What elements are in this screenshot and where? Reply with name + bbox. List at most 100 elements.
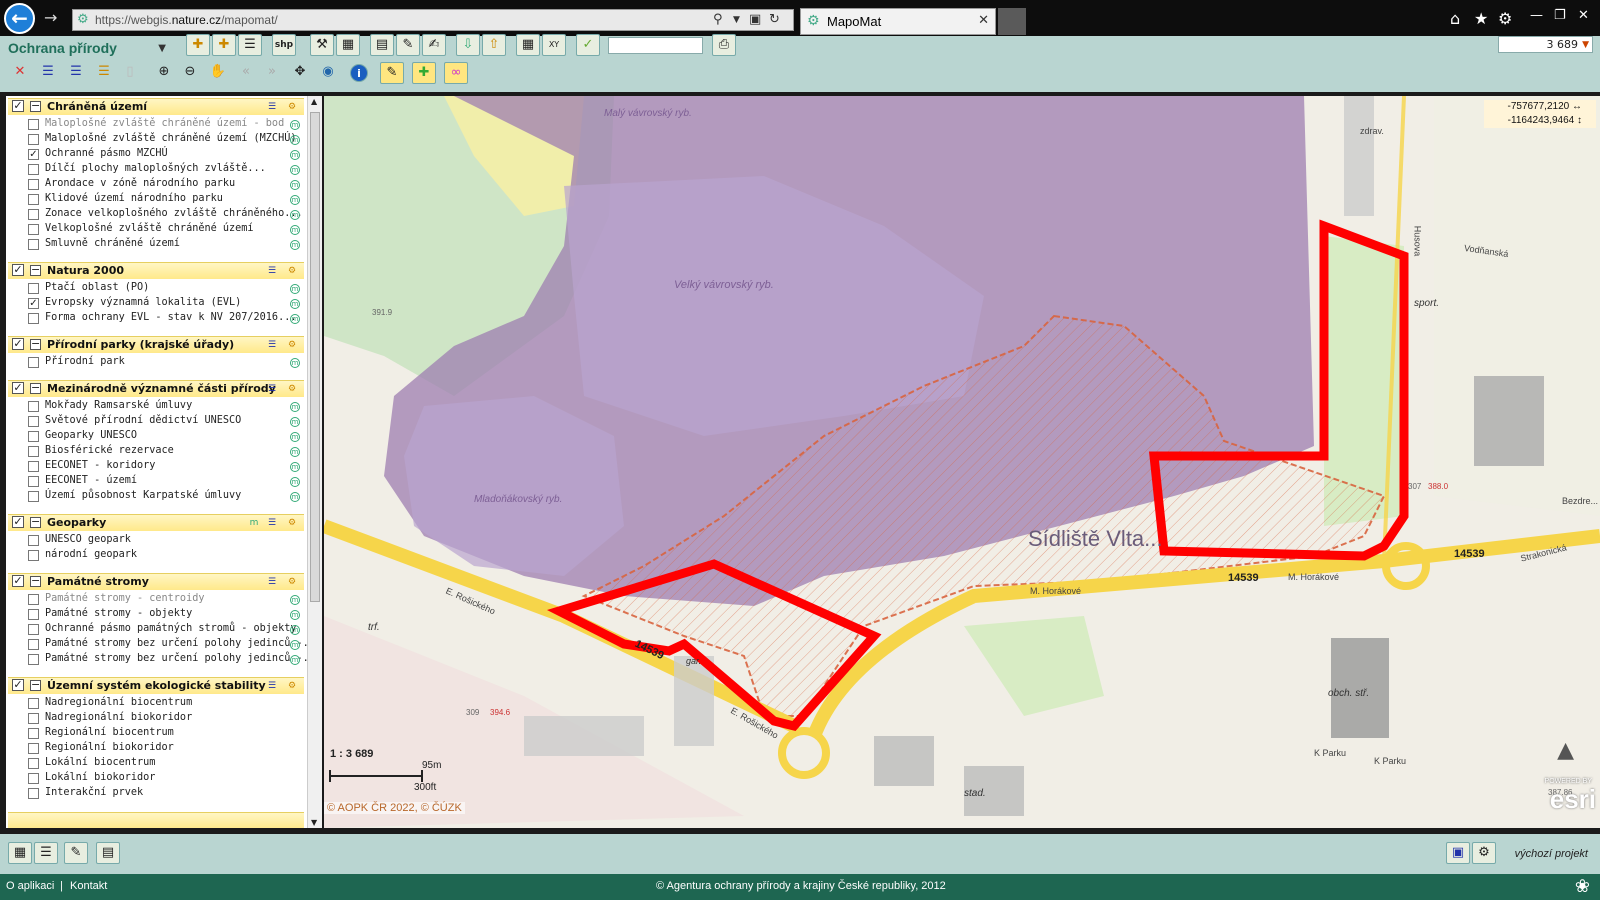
layer-row[interactable]: ✓ Ochranné pásmo MZCHÚ m	[28, 148, 304, 163]
forward-button[interactable]: →	[44, 8, 57, 27]
metadata-icon[interactable]: m	[290, 284, 300, 294]
layer-row[interactable]: Dílčí plochy maloplošných zvláště... m	[28, 163, 304, 178]
tab-close-icon[interactable]: ✕	[978, 13, 989, 28]
panel-scrollbar[interactable]: ▲ ▼	[307, 96, 322, 828]
globe-icon[interactable]: ◉	[316, 62, 340, 84]
shp-import-icon[interactable]: shp	[272, 34, 296, 56]
layer-tree-icon[interactable]: ☰	[92, 62, 116, 84]
grid-icon[interactable]: ▦	[516, 34, 540, 56]
xy-coordinates-icon[interactable]: XY	[542, 34, 566, 56]
group-checkbox[interactable]: ✓	[12, 575, 24, 587]
layer-row[interactable]: Přírodní park m	[28, 356, 304, 371]
layer-row[interactable]: Památné stromy bez určení polohy jedinců…	[28, 638, 307, 653]
edit-icon[interactable]: ✍	[422, 34, 446, 56]
collapse-icon[interactable]: −	[30, 100, 41, 112]
layer-row[interactable]: Památné stromy - centroidy m	[28, 593, 304, 608]
collapse-icon[interactable]: −	[30, 338, 41, 350]
metadata-icon[interactable]: m	[290, 210, 300, 220]
layer-row[interactable]: Regionální biokoridor	[28, 742, 304, 757]
scroll-down-icon[interactable]: ▼	[311, 818, 317, 827]
browser-tab[interactable]: ⚙ MapoMat ✕	[800, 8, 996, 35]
layer-row[interactable]: Regionální biocentrum	[28, 727, 304, 742]
search-icon[interactable]: ⚲	[713, 12, 723, 27]
group-chranena-uzemi[interactable]: ✓ − Chráněná území ☰ ⚙	[8, 98, 304, 115]
save-project-icon[interactable]: ▣	[1446, 842, 1470, 864]
layer-row[interactable]: Interakční prvek	[28, 787, 304, 802]
settings-gear-icon[interactable]: ⚙	[1498, 9, 1512, 28]
metadata-icon[interactable]: m	[290, 150, 300, 160]
project-settings-icon[interactable]: ⚙	[1472, 842, 1496, 864]
layer-row[interactable]: Zonace velkoplošného zvláště chráněného.…	[28, 208, 304, 223]
layer-list-icon[interactable]: ☰	[238, 34, 262, 56]
group-checkbox[interactable]: ✓	[12, 516, 24, 528]
layer-row[interactable]: Nadregionální biocentrum	[28, 697, 304, 712]
metadata-icon[interactable]: m	[290, 595, 300, 605]
map-view[interactable]: Malý vávrovský ryb. Velký vávrovský ryb.…	[324, 96, 1600, 828]
close-window-icon[interactable]: ✕	[1578, 8, 1589, 23]
collapse-icon[interactable]: −	[30, 575, 41, 587]
collapse-icon[interactable]: −	[30, 264, 41, 276]
settings-icon[interactable]: ⚙	[286, 101, 298, 113]
favorites-star-icon[interactable]: ★	[1474, 9, 1488, 28]
draw-tool-icon[interactable]: ✎	[64, 842, 88, 864]
layer-row[interactable]: Smluvně chráněné území m	[28, 238, 304, 253]
group-checkbox[interactable]: ✓	[12, 264, 24, 276]
layer-row[interactable]: národní geopark	[28, 549, 304, 564]
group-checkbox[interactable]: ✓	[12, 100, 24, 112]
measure-icon[interactable]: ▤	[370, 34, 394, 56]
metadata-icon[interactable]: m	[290, 195, 300, 205]
settings-icon[interactable]: ⚙	[286, 265, 298, 277]
metadata-icon[interactable]: m	[290, 477, 300, 487]
metadata-icon[interactable]: m	[290, 610, 300, 620]
collapse-icon[interactable]: −	[30, 382, 41, 394]
print-icon[interactable]: ⎙	[712, 34, 736, 56]
metadata-icon[interactable]: m	[290, 180, 300, 190]
scroll-thumb[interactable]	[310, 112, 320, 602]
layer-row[interactable]: EECONET - území m	[28, 475, 304, 490]
clear-selection-icon[interactable]: ✕	[8, 62, 32, 84]
select-tool-icon[interactable]: ✎	[380, 62, 404, 84]
link-icon[interactable]: ✓	[576, 34, 600, 56]
layer-row[interactable]: Lokální biokoridor	[28, 772, 304, 787]
layer-row[interactable]: Nadregionální biokoridor	[28, 712, 304, 727]
lock-icon[interactable]: ▣	[749, 12, 761, 27]
full-extent-icon[interactable]: ✥	[288, 62, 312, 84]
search-input[interactable]	[608, 37, 703, 54]
collapse-icon[interactable]: −	[30, 679, 41, 691]
metadata-icon[interactable]: m	[290, 417, 300, 427]
new-tab-button[interactable]	[998, 8, 1026, 35]
collapse-icon[interactable]: −	[30, 516, 41, 528]
group-uses[interactable]: ✓ − Územní systém ekologické stability ☰ ⚙	[8, 677, 304, 694]
url-text[interactable]: https://webgis.nature.cz/mapomat/	[95, 13, 278, 27]
scroll-up-icon[interactable]: ▲	[311, 97, 317, 106]
layer-row[interactable]: Ptačí oblast (PO) m	[28, 282, 304, 297]
tools-icon[interactable]: ⚒	[310, 34, 334, 56]
metadata-icon[interactable]: m	[248, 517, 260, 529]
metadata-icon[interactable]: m	[290, 640, 300, 650]
metadata-icon[interactable]: m	[290, 135, 300, 145]
legend-icon[interactable]: ☰	[266, 517, 278, 529]
layer-row[interactable]: Maloplošné zvláště chráněné území - bod m	[28, 118, 304, 133]
group-checkbox[interactable]: ✓	[12, 679, 24, 691]
next-extent-icon[interactable]: »	[260, 62, 284, 84]
settings-icon[interactable]: ⚙	[286, 517, 298, 529]
layer-row[interactable]: Velkoplošné zvláště chráněné území m	[28, 223, 304, 238]
about-link[interactable]: O aplikaci	[6, 880, 54, 892]
metadata-icon[interactable]: m	[290, 120, 300, 130]
previous-extent-icon[interactable]: «	[234, 62, 258, 84]
legend-icon[interactable]: ☰	[266, 339, 278, 351]
layer-row[interactable]: UNESCO geopark	[28, 534, 304, 549]
layers-stack-icon[interactable]: ☰	[34, 842, 58, 864]
legend-icon[interactable]: ☰	[266, 101, 278, 113]
layer-row[interactable]: Klidové území národního parku m	[28, 193, 304, 208]
layer-row[interactable]: Maloplošné zvláště chráněné území (MZCHÚ…	[28, 133, 304, 148]
dropdown-icon[interactable]: ▼	[733, 15, 740, 25]
metadata-icon[interactable]: m	[290, 314, 300, 324]
metadata-icon[interactable]: m	[290, 447, 300, 457]
upload-icon[interactable]: ⇧	[482, 34, 506, 56]
layer-row[interactable]: Biosférické rezervace m	[28, 445, 304, 460]
group-natura-2000[interactable]: ✓ − Natura 2000 ☰ ⚙	[8, 262, 304, 279]
zoom-out-icon[interactable]: ⊖	[178, 62, 202, 84]
metadata-icon[interactable]: m	[290, 462, 300, 472]
home-icon[interactable]: ⌂	[1450, 9, 1460, 28]
